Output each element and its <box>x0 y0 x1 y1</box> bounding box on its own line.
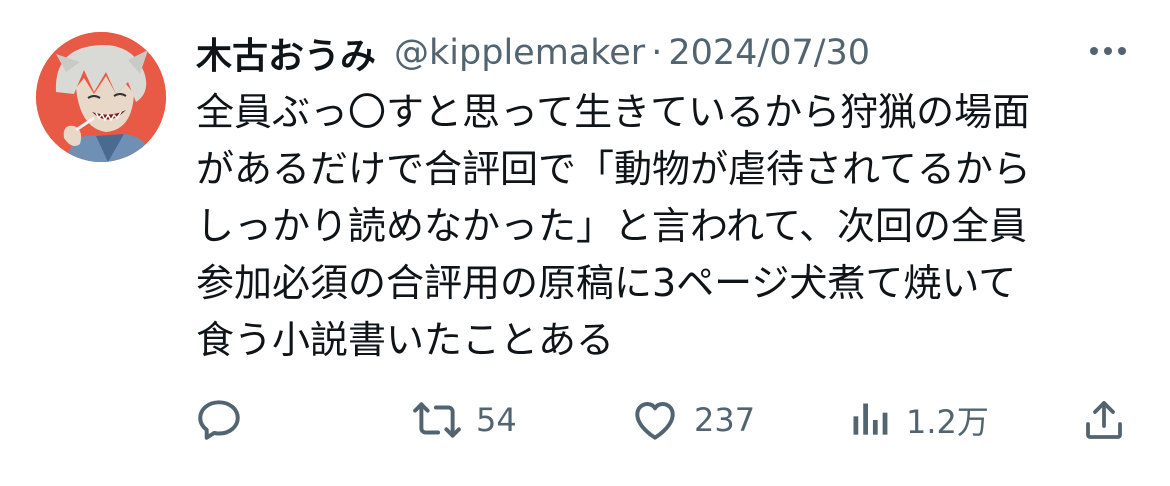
share-button[interactable] <box>1080 392 1128 448</box>
more-options-button[interactable] <box>1086 36 1130 66</box>
action-bar: 54 237 1.2万 <box>190 392 1140 448</box>
retweet-count: 54 <box>476 401 517 439</box>
share-icon <box>1086 401 1122 439</box>
separator-dot: · <box>651 33 663 73</box>
retweet-button[interactable]: 54 <box>412 392 517 448</box>
bar-chart-icon <box>853 403 888 435</box>
heart-icon <box>635 401 675 440</box>
display-name[interactable]: 木古おうみ <box>196 27 376 79</box>
reply-button[interactable] <box>194 392 244 448</box>
avatar-illustration-icon <box>36 32 166 162</box>
tweet-header: 木古おうみ @kipplemaker · 2024/07/30 <box>196 28 870 78</box>
retweet-icon <box>413 402 461 438</box>
like-count: 237 <box>694 401 756 439</box>
user-handle[interactable]: @kipplemaker <box>394 33 645 73</box>
tweet-card: 木古おうみ @kipplemaker · 2024/07/30 全員ぶっ〇すと思… <box>0 0 1170 486</box>
reply-icon <box>198 400 240 440</box>
avatar[interactable] <box>36 32 166 162</box>
views-button[interactable]: 1.2万 <box>848 392 989 448</box>
views-count: 1.2万 <box>906 403 989 441</box>
tweet-date[interactable]: 2024/07/30 <box>668 33 870 73</box>
more-dots-icon <box>1090 47 1126 55</box>
like-button[interactable]: 237 <box>630 392 755 448</box>
tweet-text: 全員ぶっ〇すと思って生きているから狩猟の場面 があるだけで合評回で「動物が虐待さ… <box>196 90 1031 362</box>
